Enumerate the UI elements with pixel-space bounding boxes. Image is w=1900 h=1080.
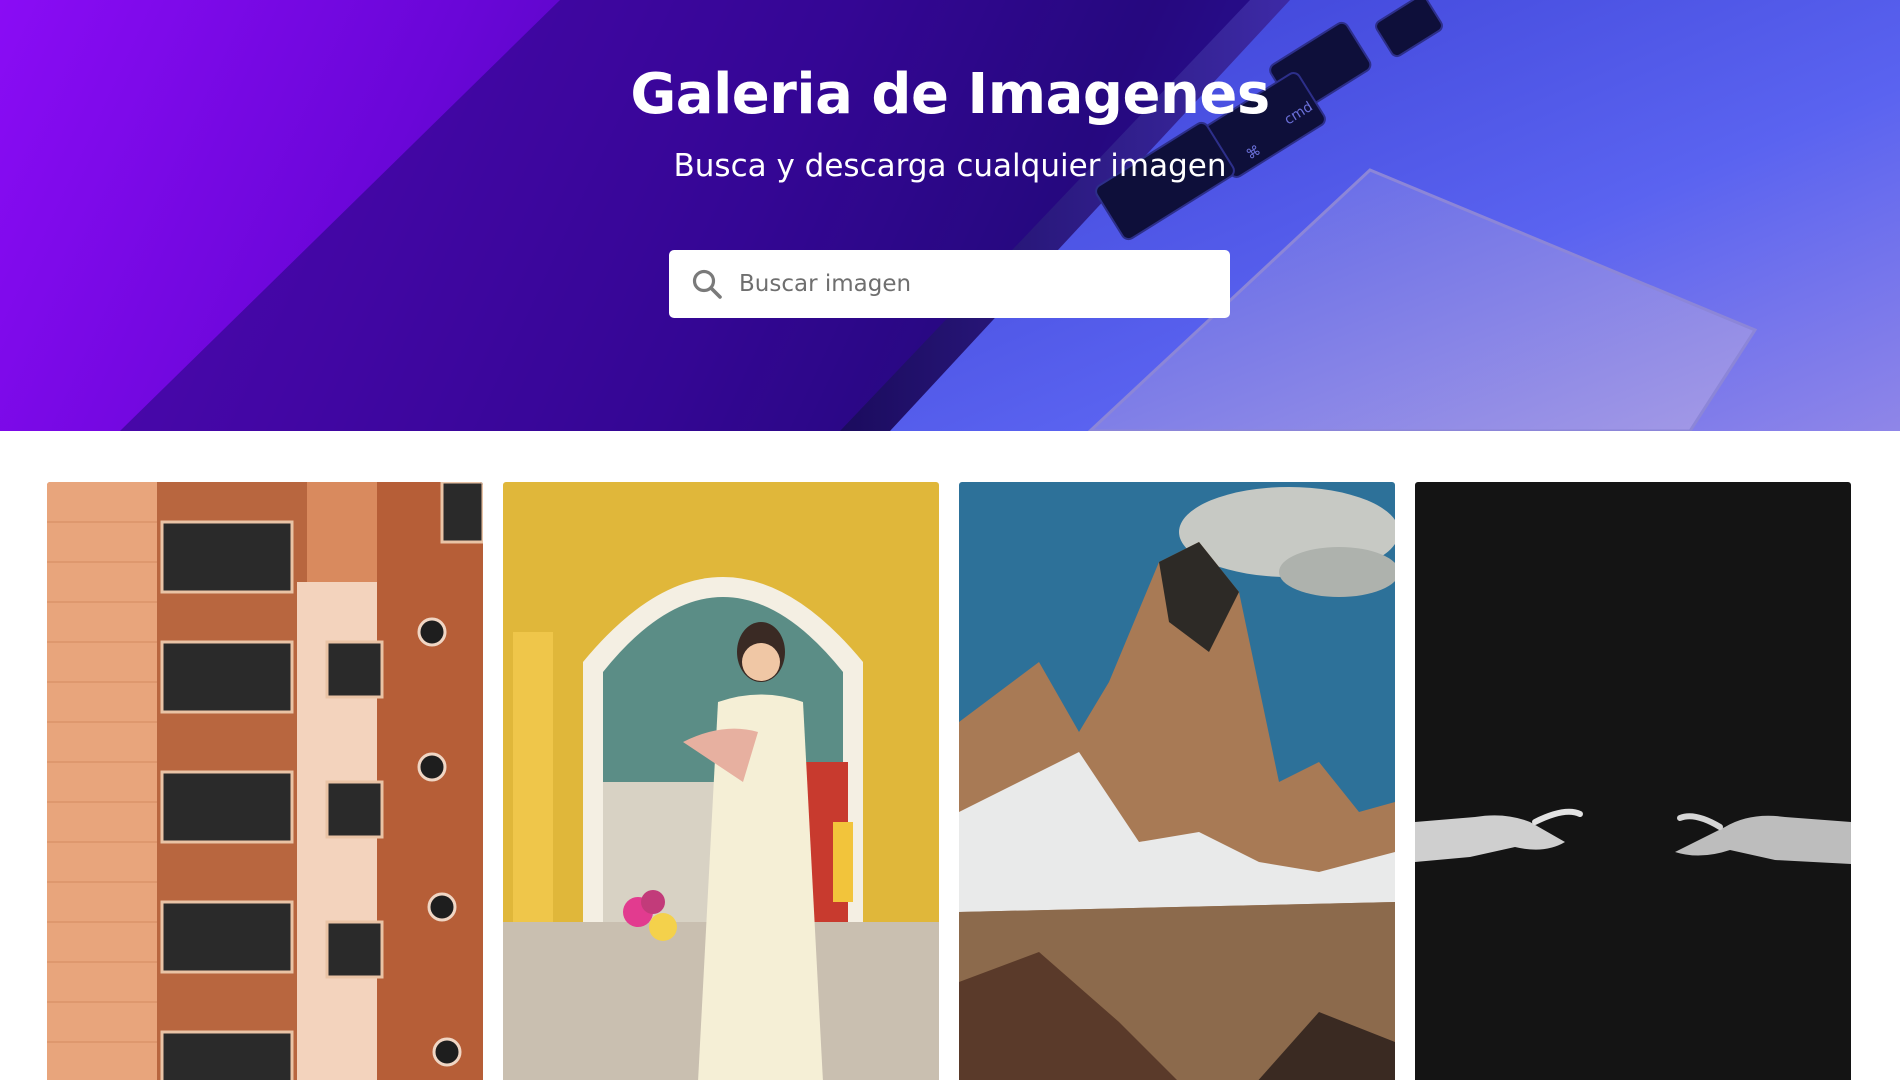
woman-image: [503, 482, 939, 1080]
search-bar[interactable]: [669, 250, 1230, 318]
building-image: [47, 482, 483, 1080]
mountain-image: [959, 482, 1395, 1080]
hero-content: Galeria de Imagenes Busca y descarga cua…: [0, 0, 1900, 431]
gallery-image-hands[interactable]: [1415, 482, 1851, 1080]
page-subtitle: Busca y descarga cualquier imagen: [673, 148, 1227, 184]
page-title: Galeria de Imagenes: [630, 62, 1270, 127]
gallery-image-mountain[interactable]: [959, 482, 1395, 1080]
search-icon: [691, 268, 723, 300]
image-gallery: [47, 482, 1852, 1080]
search-input[interactable]: [737, 263, 1221, 305]
hero-banner: cmd ⌘ Galeria de Imagenes Busca y descar…: [0, 0, 1900, 431]
gallery-image-woman[interactable]: [503, 482, 939, 1080]
gallery-image-building[interactable]: [47, 482, 483, 1080]
hands-image: [1415, 482, 1851, 1080]
